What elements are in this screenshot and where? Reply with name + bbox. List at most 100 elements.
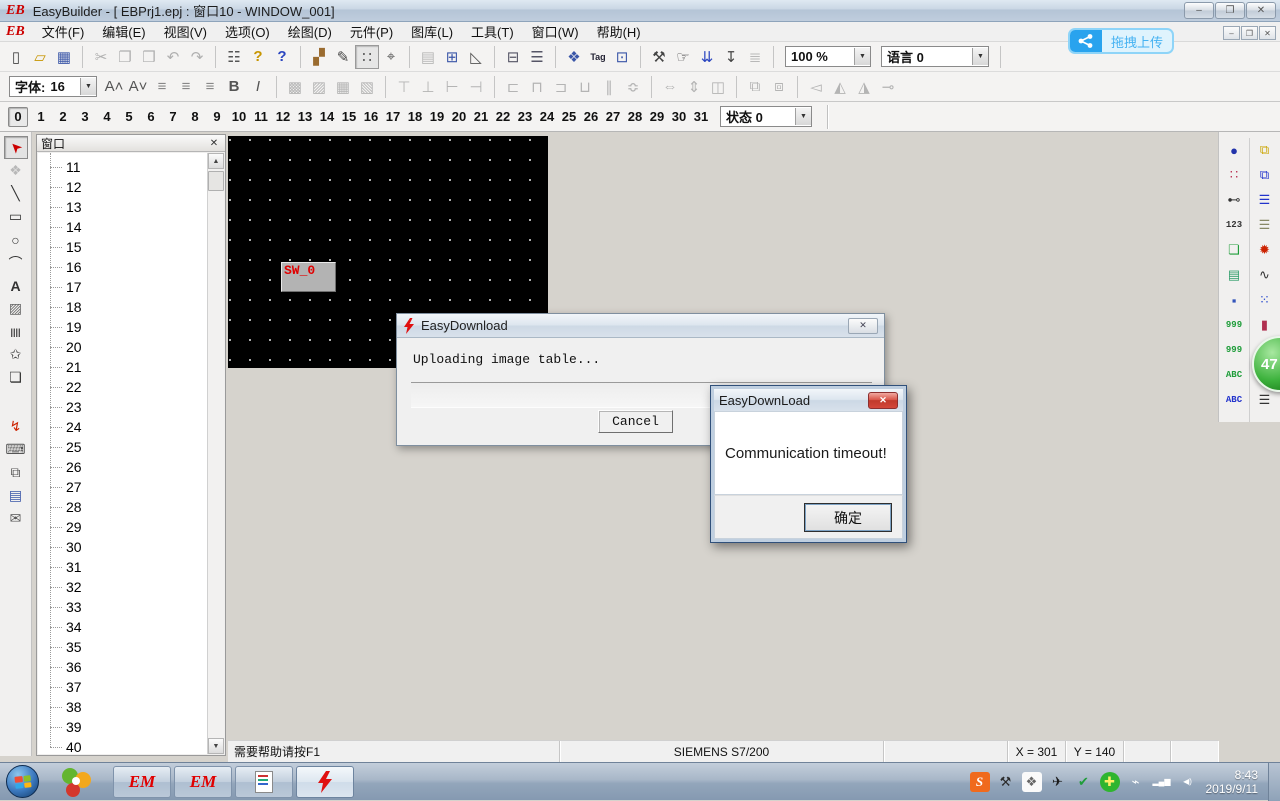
state-number-30[interactable]: 30: [668, 109, 690, 124]
cancel-button[interactable]: Cancel: [598, 410, 673, 433]
align-text-right-icon[interactable]: ≡: [198, 75, 222, 99]
library-icon[interactable]: ▞: [307, 45, 331, 69]
mdi-restore-button[interactable]: ❐: [1241, 26, 1258, 40]
tree-item-window-25[interactable]: 25: [38, 437, 207, 457]
netdisk-tray-icon[interactable]: ❖: [1022, 772, 1042, 792]
align-text-center-icon[interactable]: ≡: [174, 75, 198, 99]
bold-icon[interactable]: B: [222, 75, 246, 99]
function-key-tool-icon[interactable]: ↯: [4, 415, 28, 438]
window-tree-scrollbar[interactable]: ▲ ▼: [208, 153, 224, 754]
window-attribute-icon[interactable]: ▤: [416, 45, 440, 69]
close-button[interactable]: ✕: [1246, 2, 1276, 19]
menu-t[interactable]: 工具(T): [462, 22, 523, 41]
network-tray-icon[interactable]: ▂▄▆: [1152, 772, 1172, 792]
polygon-tool-icon[interactable]: ✩: [4, 343, 28, 366]
volume-tray-icon[interactable]: ◀): [1178, 772, 1198, 792]
download-list-icon[interactable]: ⇊: [695, 45, 719, 69]
pin-icon[interactable]: ⊸: [876, 75, 900, 99]
text-tool-icon[interactable]: A: [4, 274, 28, 297]
state-number-19[interactable]: 19: [426, 109, 448, 124]
zoom-select[interactable]: 100 % ▼: [785, 46, 871, 67]
tree-item-window-37[interactable]: 37: [38, 677, 207, 697]
italic-icon[interactable]: I: [246, 75, 270, 99]
indirect-window-icon[interactable]: ⧉: [1253, 138, 1277, 162]
expand-down-icon[interactable]: ⊥: [416, 75, 440, 99]
dialog-title-bar[interactable]: EasyDownLoad ✕: [714, 389, 903, 411]
function-switch-icon[interactable]: ❏: [1222, 238, 1246, 262]
task-em-2[interactable]: EM: [174, 766, 232, 798]
tree-item-window-35[interactable]: 35: [38, 637, 207, 657]
state-number-7[interactable]: 7: [162, 109, 184, 124]
tree-item-window-38[interactable]: 38: [38, 697, 207, 717]
align-top-icon[interactable]: ⊓: [525, 75, 549, 99]
system-parameters-icon[interactable]: ⊡: [610, 45, 634, 69]
download-icon[interactable]: ↧: [719, 45, 743, 69]
state-number-29[interactable]: 29: [646, 109, 668, 124]
window-number-icon[interactable]: ⊞: [440, 45, 464, 69]
grid-toggle-icon[interactable]: ∷: [355, 45, 379, 69]
usb-tray-icon[interactable]: ✔: [1074, 772, 1094, 792]
group-icon[interactable]: ⧉: [743, 75, 767, 99]
snap-toggle-icon[interactable]: ⌖: [379, 45, 403, 69]
tag-table-icon[interactable]: Tag: [586, 45, 610, 69]
align-bottom-icon[interactable]: ⊔: [573, 75, 597, 99]
frame-tool-icon[interactable]: ❏: [4, 366, 28, 389]
menu-f[interactable]: 文件(F): [33, 22, 94, 41]
help-icon[interactable]: ?: [246, 45, 270, 69]
animation-icon[interactable]: ☰: [1253, 213, 1277, 237]
panel-close-icon[interactable]: ✕: [207, 138, 221, 149]
context-help-icon[interactable]: ?: [270, 45, 294, 69]
power-tray-icon[interactable]: ⌁: [1126, 772, 1146, 792]
bit-switch-icon[interactable]: ⊷: [1222, 188, 1246, 212]
bar-graph-icon[interactable]: ▮: [1253, 313, 1277, 337]
print-icon[interactable]: ☷: [222, 45, 246, 69]
state-number-21[interactable]: 21: [470, 109, 492, 124]
state-number-5[interactable]: 5: [118, 109, 140, 124]
mdi-close-button[interactable]: ✕: [1259, 26, 1276, 40]
draw-pen-icon[interactable]: ✎: [331, 45, 355, 69]
arc-tool-icon[interactable]: ⌒: [4, 251, 28, 274]
state-number-2[interactable]: 2: [52, 109, 74, 124]
select-cursor-icon[interactable]: ➤: [4, 136, 28, 159]
object-list-icon[interactable]: ☰: [525, 45, 549, 69]
scroll-down-icon[interactable]: ▼: [208, 738, 224, 754]
tree-item-window-32[interactable]: 32: [38, 577, 207, 597]
state-number-13[interactable]: 13: [294, 109, 316, 124]
state-select[interactable]: 状态 0 ▼: [720, 106, 812, 127]
ascii-display-icon[interactable]: ABC: [1222, 388, 1246, 412]
new-file-icon[interactable]: ▯: [4, 45, 28, 69]
sogou-tray-icon[interactable]: S: [970, 772, 990, 792]
align-right-icon[interactable]: ⊐: [549, 75, 573, 99]
memo-tool-icon[interactable]: ▤: [4, 484, 28, 507]
scale-tool-icon[interactable]: ||||: [4, 320, 28, 343]
browser-launcher-icon[interactable]: [61, 767, 91, 797]
state-number-22[interactable]: 22: [492, 109, 514, 124]
numeric-input-icon[interactable]: 999: [1222, 313, 1246, 337]
data-transfer-icon[interactable]: ☰: [1253, 388, 1277, 412]
tree-item-window-31[interactable]: 31: [38, 557, 207, 577]
menu-w[interactable]: 窗口(W): [523, 22, 588, 41]
state-number-27[interactable]: 27: [602, 109, 624, 124]
compile-icon[interactable]: ⚒: [647, 45, 671, 69]
save-icon[interactable]: ▦: [52, 45, 76, 69]
keyboard-tool-icon[interactable]: ⌨: [4, 438, 28, 461]
linked-parts-tool-icon[interactable]: ⧉: [4, 461, 28, 484]
driver-tray-icon[interactable]: ✈: [1048, 772, 1068, 792]
state-number-1[interactable]: 1: [30, 109, 52, 124]
menu-d[interactable]: 绘图(D): [279, 22, 341, 41]
dither-tool-icon[interactable]: ▨: [4, 297, 28, 320]
tree-item-window-19[interactable]: 19: [38, 317, 207, 337]
font-enlarge-icon[interactable]: A˄: [102, 75, 126, 99]
state-number-24[interactable]: 24: [536, 109, 558, 124]
undo-icon[interactable]: ↶: [161, 45, 185, 69]
tree-item-window-17[interactable]: 17: [38, 277, 207, 297]
menu-l[interactable]: 图库(L): [402, 22, 462, 41]
mdi-minimize-button[interactable]: –: [1223, 26, 1240, 40]
tree-item-window-12[interactable]: 12: [38, 177, 207, 197]
tree-item-window-39[interactable]: 39: [38, 717, 207, 737]
menu-e[interactable]: 编辑(E): [93, 22, 154, 41]
alarm-display-icon[interactable]: ✹: [1253, 238, 1277, 262]
switch-object-sw0[interactable]: SW_0: [281, 262, 336, 292]
tree-item-window-26[interactable]: 26: [38, 457, 207, 477]
expand-left-icon[interactable]: ⊢: [440, 75, 464, 99]
